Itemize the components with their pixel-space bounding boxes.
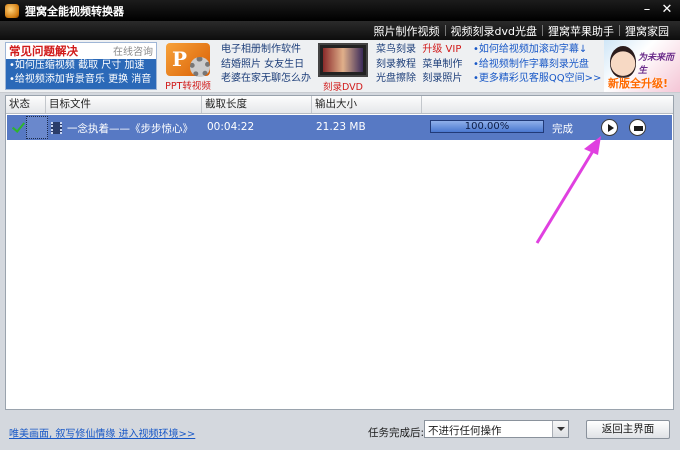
online-consult-link[interactable]: 在线咨询 bbox=[113, 43, 153, 58]
menu-burn-dvd[interactable]: 视频刻录dvd光盘 bbox=[446, 23, 542, 39]
banner-link[interactable]: 刻录教程 bbox=[376, 59, 416, 70]
check-icon[interactable] bbox=[11, 120, 25, 134]
ppt-icon: P bbox=[166, 43, 210, 77]
folder-icon bbox=[634, 125, 643, 131]
banner-link[interactable]: 光盘擦除 bbox=[376, 73, 416, 84]
output-size: 21.23 MB bbox=[316, 121, 366, 133]
column-header[interactable]: 截取长度 bbox=[202, 96, 312, 113]
task-list-header: 状态 目标文件 截取长度 输出大小 bbox=[6, 96, 673, 114]
column-header bbox=[422, 96, 673, 113]
faq-link[interactable]: •给视频添加背景音乐 更换 消音 bbox=[6, 73, 156, 87]
top-menu-bar: 照片制作视频 视频刻录dvd光盘 狸窝苹果助手 狸窝家园 bbox=[0, 21, 680, 40]
target-file: 一念执着——《步步惊心》 bbox=[67, 123, 193, 135]
title-bar: 狸窝全能视频转换器 – ✕ bbox=[0, 0, 680, 21]
task-complete-label: 任务完成后: bbox=[368, 427, 425, 439]
column-header[interactable]: 目标文件 bbox=[46, 96, 202, 113]
banner-link[interactable]: 菜鸟刻录 bbox=[376, 44, 416, 55]
back-to-main-button[interactable]: 返回主界面 bbox=[586, 420, 670, 439]
burn-dvd-ad[interactable]: 刻录DVD bbox=[318, 43, 368, 93]
faq-link[interactable]: •如何压缩视频 截取 尺寸 加速 bbox=[6, 59, 156, 73]
menu-home-forum[interactable]: 狸窝家园 bbox=[620, 23, 674, 39]
video-environment-link[interactable]: 唯美画面, 叙写修仙情缘 进入视频环境>> bbox=[9, 425, 195, 440]
close-button[interactable]: ✕ bbox=[658, 2, 676, 18]
promo-logo: 为未来而生 bbox=[638, 53, 675, 76]
play-icon bbox=[608, 124, 614, 132]
dvd-screen-icon bbox=[318, 43, 368, 77]
after-task-select[interactable]: 不进行任何操作 bbox=[424, 420, 569, 438]
after-task-value: 不进行任何操作 bbox=[428, 425, 502, 437]
banner-link[interactable]: 结婚照片 女友生日 bbox=[221, 59, 304, 70]
upgrade-vip-link[interactable]: 升级 VIP bbox=[422, 44, 461, 55]
open-folder-button[interactable] bbox=[629, 119, 646, 136]
window-title: 狸窝全能视频转换器 bbox=[25, 4, 124, 18]
promo-portrait bbox=[610, 46, 636, 78]
faq-box: 常见问题解决 在线咨询 •如何压缩视频 截取 尺寸 加速 •给视频添加背景音乐 … bbox=[5, 42, 157, 90]
promo-caption: 新版全升级! bbox=[608, 77, 669, 90]
app-logo-icon bbox=[5, 3, 19, 18]
banner-link[interactable]: 电子相册制作软件 bbox=[221, 44, 301, 55]
faq-title: 常见问题解决 bbox=[9, 43, 78, 58]
conversion-progress-bar: 100.00% bbox=[430, 120, 544, 133]
ppt-to-video-ad[interactable]: P PPT转视频 bbox=[164, 43, 212, 92]
banner-link[interactable]: •给视频制作字幕刻录光盘 bbox=[473, 59, 589, 70]
chevron-down-icon[interactable] bbox=[552, 421, 568, 437]
column-header[interactable]: 输出大小 bbox=[312, 96, 422, 113]
task-status: 完成 bbox=[552, 123, 573, 135]
menu-apple-helper[interactable]: 狸窝苹果助手 bbox=[543, 23, 619, 39]
task-list: 状态 目标文件 截取长度 输出大小 一念执着——《步步惊心》 00:04:22 … bbox=[5, 95, 674, 410]
play-button[interactable] bbox=[601, 119, 618, 136]
video-thumbnail bbox=[26, 116, 48, 139]
banner-link[interactable]: 菜单制作 bbox=[422, 59, 462, 70]
clip-length: 00:04:22 bbox=[207, 121, 255, 133]
banner-link[interactable]: 刻录照片 bbox=[422, 73, 462, 84]
banner-link[interactable]: 老婆在家无聊怎么办 bbox=[221, 73, 311, 84]
column-header[interactable]: 状态 bbox=[6, 96, 46, 113]
dvd-caption: 刻录DVD bbox=[323, 82, 363, 93]
ad-banner: 常见问题解决 在线咨询 •如何压缩视频 截取 尺寸 加速 •给视频添加背景音乐 … bbox=[0, 40, 680, 93]
ppt-caption: PPT转视频 bbox=[165, 81, 211, 92]
banner-link[interactable]: •如何给视频加滚动字幕↓ bbox=[473, 44, 587, 55]
promo-banner[interactable]: 为未来而生 新版全升级! bbox=[604, 40, 680, 92]
menu-photo-video[interactable]: 照片制作视频 bbox=[369, 23, 445, 39]
minimize-button[interactable]: – bbox=[638, 2, 656, 18]
table-row[interactable]: 一念执着——《步步惊心》 00:04:22 21.23 MB 100.00% 完… bbox=[7, 115, 672, 140]
progress-text: 100.00% bbox=[464, 121, 510, 132]
banner-link[interactable]: •更多精彩见客服QQ空间>> bbox=[473, 73, 601, 84]
film-icon bbox=[51, 122, 62, 134]
